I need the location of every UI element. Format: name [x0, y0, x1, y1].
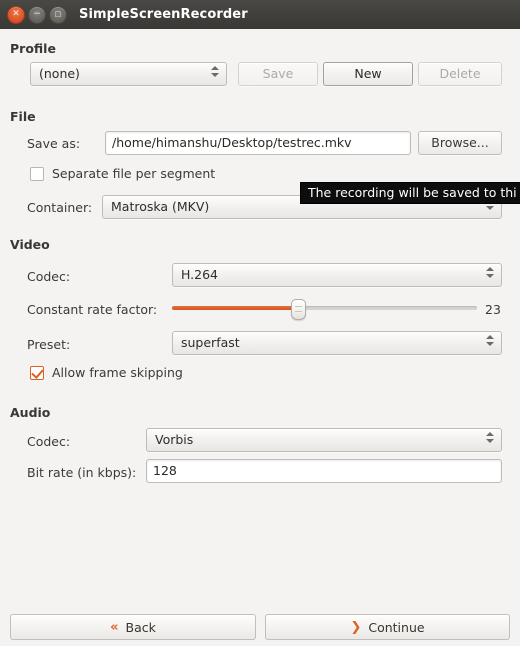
window-controls: ✕ − □ [7, 5, 67, 24]
crf-label: Constant rate factor: [27, 302, 158, 317]
crf-slider-fill [172, 306, 298, 310]
video-section-heading: Video [10, 237, 50, 252]
minimize-glyph: − [33, 8, 41, 19]
profile-delete-button[interactable]: Delete [418, 62, 502, 86]
crf-slider-handle[interactable] [291, 299, 307, 320]
video-codec-value: H.264 [181, 267, 219, 282]
separate-file-checkbox[interactable] [30, 166, 44, 181]
separate-file-label: Separate file per segment [52, 166, 216, 181]
chevron-updown-icon [485, 267, 494, 283]
preset-label: Preset: [27, 337, 71, 352]
close-glyph: ✕ [12, 8, 20, 19]
chevron-right-icon: ❯ [350, 619, 362, 635]
profile-new-button[interactable]: New [323, 62, 413, 86]
bitrate-value: 128 [153, 463, 177, 478]
profile-combo-value: (none) [39, 66, 80, 81]
audio-section-heading: Audio [10, 405, 51, 420]
audio-codec-combo[interactable]: Vorbis [146, 428, 502, 452]
title-bar: ✕ − □ SimpleScreenRecorder [0, 0, 520, 30]
audio-codec-value: Vorbis [155, 432, 194, 447]
chevron-left-icon: « [110, 619, 119, 635]
close-icon[interactable]: ✕ [7, 5, 25, 24]
file-section-heading: File [10, 109, 36, 124]
chevron-updown-icon [485, 335, 494, 351]
save-as-tooltip: The recording will be saved to thi [300, 182, 520, 204]
separate-file-checkbox-row[interactable]: Separate file per segment [30, 166, 215, 181]
audio-codec-label: Codec: [27, 434, 71, 449]
browse-button[interactable]: Browse... [418, 131, 502, 155]
chevron-updown-icon [485, 432, 494, 448]
chevron-updown-icon [210, 66, 219, 82]
back-button-label: Back [125, 619, 156, 635]
save-as-value: /home/himanshu/Desktop/testrec.mkv [112, 135, 352, 150]
back-button[interactable]: « Back [10, 614, 256, 640]
window-title: SimpleScreenRecorder [79, 7, 248, 22]
video-codec-label: Codec: [27, 269, 71, 284]
video-codec-combo[interactable]: H.264 [172, 263, 502, 287]
maximize-glyph: □ [54, 9, 62, 18]
frame-skipping-checkbox-row[interactable]: Allow frame skipping [30, 365, 183, 380]
frame-skipping-label: Allow frame skipping [52, 365, 183, 380]
simplescreenrecorder-window: ✕ − □ SimpleScreenRecorder Profile (none… [0, 0, 520, 646]
container-value: Matroska (MKV) [111, 199, 210, 214]
maximize-icon[interactable]: □ [49, 5, 67, 24]
save-as-input[interactable]: /home/himanshu/Desktop/testrec.mkv [105, 131, 411, 155]
continue-button-label: Continue [368, 619, 425, 635]
bitrate-label: Bit rate (in kbps): [27, 465, 137, 480]
bitrate-input[interactable]: 128 [146, 459, 502, 483]
crf-slider[interactable] [172, 298, 477, 320]
minimize-icon[interactable]: − [28, 5, 46, 24]
profile-save-button[interactable]: Save [238, 62, 318, 86]
frame-skipping-checkbox[interactable] [30, 365, 44, 380]
profile-combo[interactable]: (none) [30, 62, 227, 86]
container-label: Container: [27, 200, 93, 215]
crf-value: 23 [485, 302, 501, 317]
preset-value: superfast [181, 335, 240, 350]
continue-button[interactable]: ❯ Continue [265, 614, 510, 640]
dialog-content: Profile (none) Save New Delete File Save… [0, 29, 520, 646]
preset-combo[interactable]: superfast [172, 331, 502, 355]
profile-section-heading: Profile [10, 41, 56, 56]
save-as-label: Save as: [27, 136, 81, 151]
